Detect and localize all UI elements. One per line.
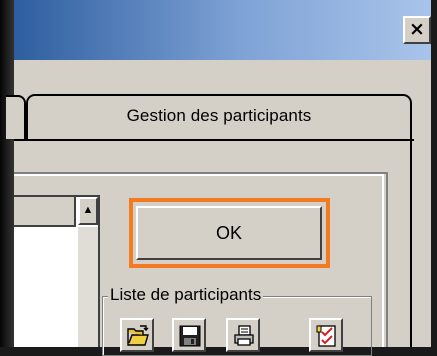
close-icon: × — [409, 18, 425, 40]
desktop-background-right — [431, 0, 437, 347]
checklist-icon — [316, 325, 336, 347]
tab-panel-border — [14, 139, 414, 141]
dialog-window: × Gestion des participants ▲ OK Liste de… — [6, 0, 431, 356]
participants-group-label: Liste de participants — [108, 285, 264, 305]
desktop-background-left — [0, 0, 14, 347]
tab-gestion-des-participants[interactable]: Gestion des participants — [26, 94, 412, 140]
open-folder-icon — [127, 325, 149, 346]
triangle-up-icon: ▲ — [82, 204, 94, 216]
title-bar[interactable] — [14, 0, 431, 60]
ok-button[interactable]: OK — [136, 206, 322, 260]
tab-label: Gestion des participants — [126, 106, 312, 125]
scroll-up-button[interactable]: ▲ — [78, 197, 98, 225]
print-icon — [234, 325, 254, 346]
save-disk-icon — [179, 325, 201, 347]
list-column-header[interactable] — [14, 197, 76, 227]
tab-panel-right-border — [410, 139, 412, 347]
scrollbar-track[interactable] — [78, 227, 98, 347]
close-button[interactable]: × — [403, 16, 431, 44]
tab-previous[interactable] — [6, 95, 26, 139]
